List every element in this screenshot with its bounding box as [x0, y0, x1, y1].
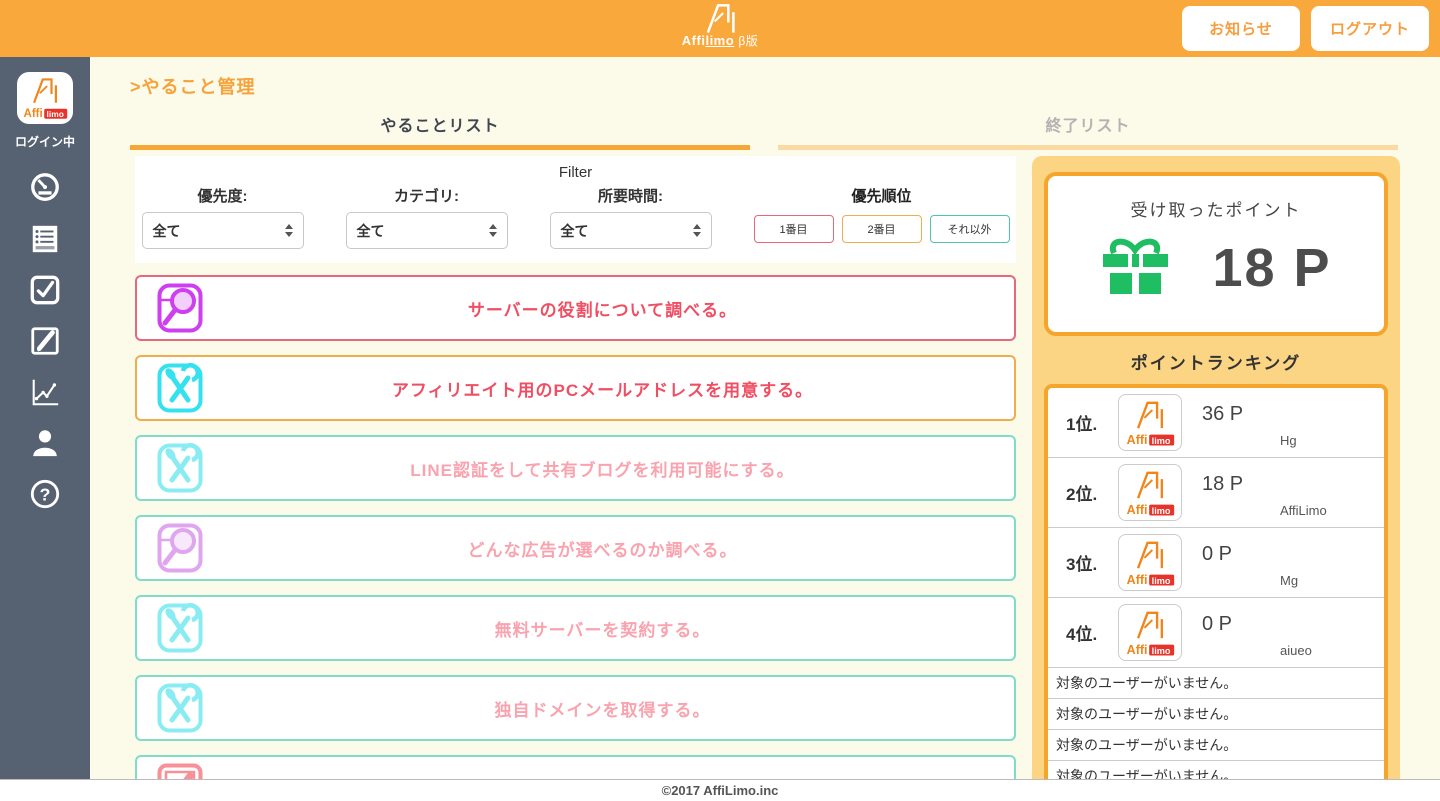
- footer: ©2017 AffiLimo.inc: [0, 779, 1440, 801]
- dashboard-icon[interactable]: [29, 172, 61, 204]
- tools-task-icon: [157, 443, 203, 493]
- rank-points: 36 P: [1202, 403, 1243, 426]
- select-arrows-icon: [489, 224, 497, 237]
- tab-done-list[interactable]: 終了リスト: [778, 112, 1398, 150]
- login-status: ログイン中: [15, 133, 75, 150]
- list-icon[interactable]: [29, 223, 61, 255]
- ranking-row: 3位. 0 P Mg: [1048, 528, 1384, 598]
- task-list: サーバーの役割について調べる。 アフィリエイト用のPCメールアドレスを用意する。…: [135, 275, 1016, 779]
- priority-order-button[interactable]: それ以外: [930, 215, 1010, 243]
- rank-position: 2位.: [1066, 480, 1118, 505]
- duration-select[interactable]: 全て: [550, 212, 712, 249]
- task-label: どんな広告が選べるのか調べる。: [203, 536, 1002, 561]
- task-card[interactable]: 独自ドメインを取得する。: [135, 675, 1016, 741]
- sidebar: ログイン中: [0, 57, 90, 779]
- rank-points: 0 P: [1202, 613, 1232, 636]
- priority-order-buttons: 1番目 2番目それ以外: [754, 215, 1010, 243]
- rank-points: 18 P: [1202, 473, 1243, 496]
- rank-username: AffiLimo: [1280, 503, 1327, 518]
- task-card[interactable]: アフィリエイト用のPCメールアドレスを用意する。: [135, 355, 1016, 421]
- rank-position: 3位.: [1066, 550, 1118, 575]
- priority-select[interactable]: 全て: [142, 212, 304, 249]
- points-panel: 受け取ったポイント 18 P ポイントラン: [1032, 156, 1400, 779]
- page-title: >やること管理: [130, 73, 1400, 99]
- filter-panel: Filter 優先度: 全て カテゴリ: 全て: [135, 156, 1016, 263]
- rank-username: aiueo: [1280, 643, 1312, 658]
- main-content: >やること管理 やることリスト 終了リスト Filter 優先度: 全て: [90, 57, 1440, 779]
- filter-title: Filter: [135, 164, 1016, 181]
- help-icon[interactable]: ?: [29, 478, 61, 510]
- app-logo: Affilimo β版: [682, 2, 758, 47]
- ranking-title: ポイントランキング: [1044, 349, 1388, 374]
- ranking-row: 1位. 36 P Hg: [1048, 388, 1384, 458]
- received-points-value: 18 P: [1212, 237, 1331, 299]
- select-arrows-icon: [285, 224, 293, 237]
- ranking-row: 2位. 18 P AffiLimo: [1048, 458, 1384, 528]
- logout-button[interactable]: ログアウト: [1311, 6, 1429, 51]
- task-label: 独自ドメインを取得する。: [203, 696, 1002, 721]
- user-icon[interactable]: [29, 427, 61, 459]
- user-avatar: [1118, 394, 1182, 451]
- priority-order-label: 優先順位: [754, 185, 1010, 206]
- rank-username: Mg: [1280, 573, 1298, 588]
- received-points-card: 受け取ったポイント 18 P: [1044, 172, 1388, 336]
- rank-position: 4位.: [1066, 620, 1118, 645]
- task-label: LINE認証をして共有ブログを利用可能にする。: [203, 456, 1002, 481]
- ranking-card: 1位. 36 P Hg 2位. 18 P AffiLimo 3位. 0 P Mg…: [1044, 384, 1388, 779]
- task-card[interactable]: LINE認証をして共有ブログを利用可能にする。: [135, 435, 1016, 501]
- sidebar-logo[interactable]: [17, 72, 73, 124]
- tools-task-icon: [157, 603, 203, 653]
- affilimo-a-icon: [702, 2, 738, 36]
- task-card[interactable]: 共有ブログで記事を書いてみる。: [135, 755, 1016, 779]
- task-label: アフィリエイト用のPCメールアドレスを用意する。: [203, 376, 1002, 401]
- check-square-icon[interactable]: [29, 274, 61, 306]
- rank-position: 1位.: [1066, 410, 1118, 435]
- ranking-empty-row: 対象のユーザーがいません。: [1048, 730, 1384, 761]
- chart-icon[interactable]: [29, 376, 61, 408]
- brand-text: Affilimo β版: [682, 34, 758, 47]
- search-task-icon: [157, 283, 203, 333]
- select-arrows-icon: [693, 224, 701, 237]
- rank-username: Hg: [1280, 433, 1297, 448]
- task-label: 無料サーバーを契約する。: [203, 616, 1002, 641]
- task-card[interactable]: どんな広告が選べるのか調べる。: [135, 515, 1016, 581]
- priority-order-button[interactable]: 2番目: [842, 215, 922, 243]
- tabs: やることリスト 終了リスト: [130, 112, 1398, 150]
- ranking-empty-row: 対象のユーザーがいません。: [1048, 668, 1384, 699]
- priority-filter-label: 優先度:: [142, 185, 304, 206]
- edit-square-icon[interactable]: [29, 325, 61, 357]
- task-card[interactable]: 無料サーバーを契約する。: [135, 595, 1016, 661]
- gift-icon: [1100, 235, 1172, 301]
- user-avatar: [1118, 464, 1182, 521]
- app-header: Affilimo β版 お知らせ ログアウト: [0, 0, 1440, 57]
- task-card[interactable]: サーバーの役割について調べる。: [135, 275, 1016, 341]
- received-points-title: 受け取ったポイント: [1048, 196, 1384, 221]
- user-avatar: [1118, 604, 1182, 661]
- notice-button[interactable]: お知らせ: [1182, 6, 1300, 51]
- category-select[interactable]: 全て: [346, 212, 508, 249]
- tab-todo-list[interactable]: やることリスト: [130, 112, 750, 150]
- svg-text:?: ?: [40, 485, 51, 505]
- ranking-empty-row: 対象のユーザーがいません。: [1048, 699, 1384, 730]
- category-filter-label: カテゴリ:: [346, 185, 508, 206]
- task-label: サーバーの役割について調べる。: [203, 296, 1002, 321]
- rank-points: 0 P: [1202, 543, 1232, 566]
- tools-task-icon: [157, 683, 203, 733]
- duration-filter-label: 所要時間:: [550, 185, 712, 206]
- copyright-text: ©2017 AffiLimo.inc: [662, 783, 779, 798]
- priority-order-button[interactable]: 1番目: [754, 215, 834, 243]
- tools-task-icon: [157, 363, 203, 413]
- write-task-icon: [157, 763, 203, 779]
- user-avatar: [1118, 534, 1182, 591]
- search-task-icon: [157, 523, 203, 573]
- ranking-empty-row: 対象のユーザーがいません。: [1048, 761, 1384, 779]
- ranking-row: 4位. 0 P aiueo: [1048, 598, 1384, 668]
